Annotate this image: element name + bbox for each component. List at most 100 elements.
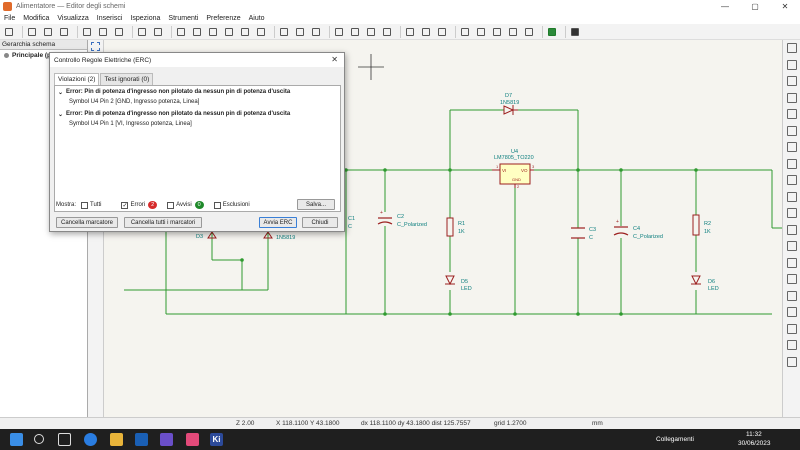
clear-marker-button[interactable]: Cancella marcatore: [56, 217, 118, 228]
photos-icon[interactable]: [186, 433, 199, 446]
edit-fields-icon[interactable]: [491, 26, 503, 38]
select-tool-icon[interactable]: [786, 43, 797, 53]
menu-file[interactable]: File: [0, 15, 19, 22]
clear-all-markers-button[interactable]: Cancella tutti i marcatori: [124, 217, 202, 228]
edge-browser-icon[interactable]: [84, 433, 97, 446]
add-circle-icon[interactable]: [786, 323, 797, 334]
maximize-button[interactable]: ▢: [740, 0, 770, 13]
windows-start-icon[interactable]: [10, 433, 23, 446]
add-image-icon[interactable]: [786, 356, 797, 367]
page-settings-icon[interactable]: [26, 26, 38, 38]
symbol-editor-icon[interactable]: [404, 26, 416, 38]
add-symbol-icon[interactable]: [786, 76, 797, 86]
annotate-icon[interactable]: [436, 26, 448, 38]
junction: [383, 312, 387, 316]
redo-icon[interactable]: [113, 26, 125, 38]
d7-diode: D7 1N5819: [500, 93, 519, 115]
checkbox-warnings[interactable]: [167, 201, 175, 209]
navigate-back-icon[interactable]: [278, 26, 290, 38]
tab-ignored-tests[interactable]: Test ignorati (0): [100, 73, 154, 85]
scripting-console-icon[interactable]: [569, 26, 581, 38]
rotate-ccw-icon[interactable]: [333, 26, 345, 38]
checkbox-all[interactable]: [81, 201, 89, 209]
teams-icon[interactable]: [160, 433, 173, 446]
print-icon[interactable]: [42, 26, 54, 38]
add-arc-icon[interactable]: [786, 340, 797, 350]
highlight-net-icon[interactable]: [786, 59, 797, 70]
kicad-taskbar-icon[interactable]: Ki: [210, 433, 223, 446]
bom-icon[interactable]: [507, 26, 519, 38]
menu-insert[interactable]: Inserisci: [93, 15, 127, 22]
errors-count-badge: 2: [148, 201, 158, 209]
grid-toggle-icon[interactable]: [91, 42, 100, 51]
menu-tools[interactable]: Strumenti: [164, 15, 202, 22]
outlook-icon[interactable]: [135, 433, 148, 446]
add-hier-label-icon[interactable]: [786, 224, 797, 235]
find-replace-icon[interactable]: [152, 26, 164, 38]
menu-preferences[interactable]: Preferenze: [202, 15, 244, 22]
close-dialog-button[interactable]: Chiudi: [302, 217, 338, 228]
add-label-icon[interactable]: [786, 191, 797, 202]
erc-icon[interactable]: [459, 26, 471, 38]
refresh-icon[interactable]: [175, 26, 187, 38]
pcb-editor-icon[interactable]: [546, 26, 558, 38]
menu-view[interactable]: Visualizza: [53, 15, 92, 22]
add-textbox-icon[interactable]: [786, 290, 797, 301]
tab-violations[interactable]: Violazioni (2): [54, 73, 100, 85]
rotate-cw-icon[interactable]: [349, 26, 361, 38]
save-icon[interactable]: [3, 26, 15, 38]
add-text-icon[interactable]: [786, 274, 797, 284]
add-global-label-icon[interactable]: [786, 208, 797, 218]
navigate-forward-icon[interactable]: [310, 26, 322, 38]
file-explorer-icon[interactable]: [110, 433, 123, 446]
symbol-browser-icon[interactable]: [420, 26, 432, 38]
zoom-in-icon[interactable]: [191, 26, 203, 38]
find-icon[interactable]: [136, 26, 148, 38]
violation-item[interactable]: ⌄ Error: Pin di potenza d'ingresso non p…: [55, 105, 340, 118]
task-view-icon[interactable]: [58, 433, 71, 446]
add-wire-icon[interactable]: [786, 109, 797, 119]
netlist-icon[interactable]: [523, 26, 535, 38]
menu-edit[interactable]: Modifica: [19, 15, 53, 22]
u4-vo-label: VO: [521, 168, 528, 173]
add-rectangle-icon[interactable]: [786, 307, 797, 317]
navigate-up-icon[interactable]: [294, 26, 306, 38]
violation-detail[interactable]: Symbol U4 Pin 2 [GND, Ingresso potenza, …: [55, 96, 340, 105]
erc-dialog-close-icon[interactable]: ✕: [331, 55, 338, 64]
no-connect-icon[interactable]: [786, 158, 797, 169]
add-sheet-icon[interactable]: [786, 241, 797, 251]
zoom-selection-icon[interactable]: [255, 26, 267, 38]
run-erc-button[interactable]: Avvia ERC: [259, 217, 297, 228]
wire-to-bus-icon[interactable]: [786, 142, 797, 152]
plot-icon[interactable]: [58, 26, 70, 38]
checkbox-exclusions[interactable]: [213, 201, 221, 209]
d7-symbol: [503, 105, 515, 115]
assign-footprints-icon[interactable]: [475, 26, 487, 38]
zoom-objects-icon[interactable]: [239, 26, 251, 38]
save-report-button[interactable]: Salva...: [297, 199, 335, 210]
toolbar-separator: [455, 25, 456, 38]
violation-detail[interactable]: Symbol U4 Pin 1 [VI, Ingresso potenza, L…: [55, 118, 340, 127]
mirror-vertical-icon[interactable]: [365, 26, 377, 38]
chevron-down-icon[interactable]: ⌄: [58, 89, 63, 96]
import-sheet-pin-icon[interactable]: [786, 257, 797, 268]
menu-inspect[interactable]: Ispeziona: [126, 15, 164, 22]
violations-list[interactable]: ⌄ Error: Pin di potenza d'ingresso non p…: [54, 85, 341, 212]
mirror-horizontal-icon[interactable]: [381, 26, 393, 38]
add-bus-icon[interactable]: [786, 125, 797, 136]
search-icon[interactable]: [34, 434, 44, 444]
c1-value: C: [348, 224, 352, 230]
add-power-icon[interactable]: [786, 92, 797, 103]
checkbox-errors[interactable]: ✓: [121, 201, 129, 209]
minimize-button[interactable]: —: [710, 0, 740, 13]
undo-icon[interactable]: [97, 26, 109, 38]
paste-icon[interactable]: [81, 26, 93, 38]
zoom-fit-icon[interactable]: [223, 26, 235, 38]
chevron-down-icon[interactable]: ⌄: [58, 111, 63, 118]
toolbar-separator: [171, 25, 172, 38]
violation-item[interactable]: ⌄ Error: Pin di potenza d'ingresso non p…: [55, 86, 340, 96]
menu-help[interactable]: Aiuto: [245, 15, 269, 22]
add-junction-icon[interactable]: [786, 175, 797, 185]
zoom-out-icon[interactable]: [207, 26, 219, 38]
close-window-button[interactable]: ✕: [770, 0, 800, 13]
